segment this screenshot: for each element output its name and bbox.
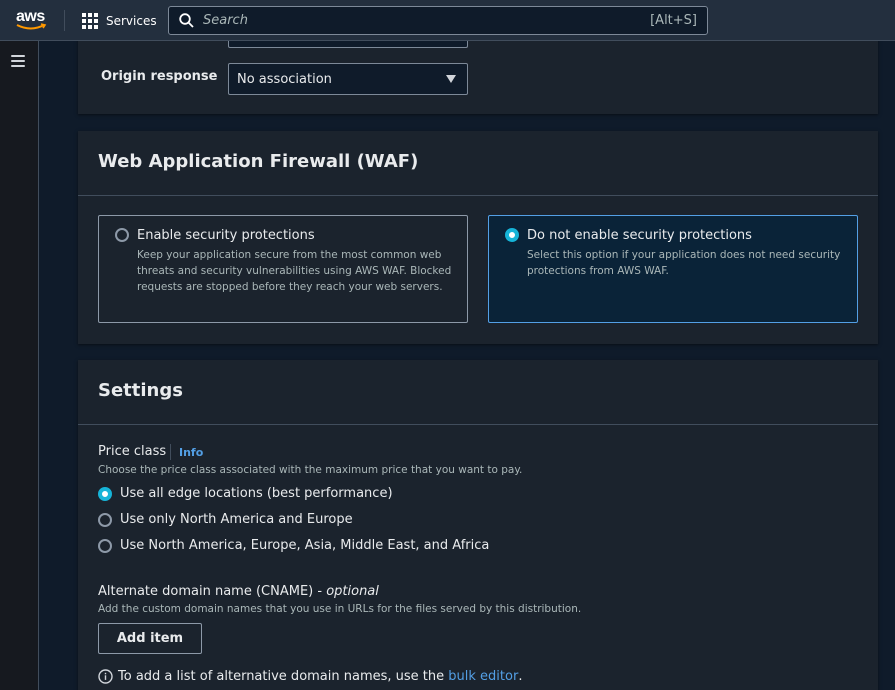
search-icon: [179, 13, 194, 28]
bulk-editor-link[interactable]: bulk editor: [448, 669, 518, 684]
search-input[interactable]: [203, 11, 623, 30]
origin-response-value: No association: [237, 72, 332, 87]
settings-title: Settings: [98, 380, 183, 401]
nav-divider: [64, 10, 65, 31]
aws-logo[interactable]: aws: [16, 9, 50, 33]
origin-association-panel: Origin response No association: [78, 41, 878, 114]
cname-label: Alternate domain name (CNAME) - optional: [98, 584, 379, 599]
cname-description: Add the custom domain names that you use…: [98, 603, 582, 615]
origin-response-label: Origin response: [101, 69, 218, 84]
radio-checked-icon[interactable]: [505, 228, 519, 242]
radio-unchecked-icon[interactable]: [115, 228, 129, 242]
bulk-editor-note-text: To add a list of alternative domain name…: [118, 669, 445, 684]
cname-optional-text: optional: [326, 584, 379, 599]
radio-unchecked-icon[interactable]: [98, 539, 112, 553]
settings-panel: Settings Price class Info Choose the pri…: [78, 360, 878, 690]
waf-panel: Web Application Firewall (WAF) Enable se…: [78, 131, 878, 344]
origin-response-select[interactable]: No association: [228, 63, 468, 95]
radio-checked-icon[interactable]: [98, 487, 112, 501]
price-class-option-na-europe[interactable]: Use only North America and Europe: [120, 512, 353, 527]
price-class-info-link[interactable]: Info: [179, 446, 203, 459]
waf-option-disable[interactable]: Do not enable security protections Selec…: [488, 215, 858, 323]
search-bar[interactable]: [Alt+S]: [168, 6, 708, 35]
info-separator: [170, 444, 171, 460]
services-menu-button[interactable]: Services: [82, 12, 157, 30]
radio-unchecked-icon[interactable]: [98, 513, 112, 527]
top-navigation: aws Services [Alt+S]: [0, 0, 895, 41]
services-label: Services: [106, 14, 157, 28]
caret-down-icon: [446, 75, 456, 83]
grid-icon: [82, 13, 98, 29]
waf-option-enable-title: Enable security protections: [137, 228, 315, 243]
main-content: Origin response No association Web Appli…: [39, 41, 895, 690]
bulk-editor-note: To add a list of alternative domain name…: [98, 669, 522, 684]
aws-smile-icon: [16, 23, 47, 30]
settings-panel-header: Settings: [78, 360, 878, 425]
viewer-response-select[interactable]: [228, 41, 468, 48]
price-class-option-all[interactable]: Use all edge locations (best performance…: [120, 486, 393, 501]
price-class-label: Price class: [98, 444, 167, 459]
info-circle-icon: [98, 669, 113, 684]
waf-option-disable-title: Do not enable security protections: [527, 228, 752, 243]
price-class-description: Choose the price class associated with t…: [98, 464, 523, 476]
waf-title: Web Application Firewall (WAF): [98, 151, 419, 172]
hamburger-menu-icon[interactable]: [11, 55, 25, 67]
cname-label-text: Alternate domain name (CNAME) -: [98, 584, 327, 599]
price-class-option-na-eu-asia-me-africa[interactable]: Use North America, Europe, Asia, Middle …: [120, 538, 489, 553]
waf-option-enable-description: Keep your application secure from the mo…: [137, 249, 452, 293]
waf-option-disable-description: Select this option if your application d…: [527, 249, 841, 277]
search-shortcut-hint: [Alt+S]: [650, 13, 697, 28]
bulk-editor-note-suffix: .: [518, 669, 523, 684]
side-navigation-rail: [0, 41, 39, 690]
add-item-button[interactable]: Add item: [98, 623, 202, 654]
waf-option-enable[interactable]: Enable security protections Keep your ap…: [98, 215, 468, 323]
waf-panel-header: Web Application Firewall (WAF): [78, 131, 878, 196]
